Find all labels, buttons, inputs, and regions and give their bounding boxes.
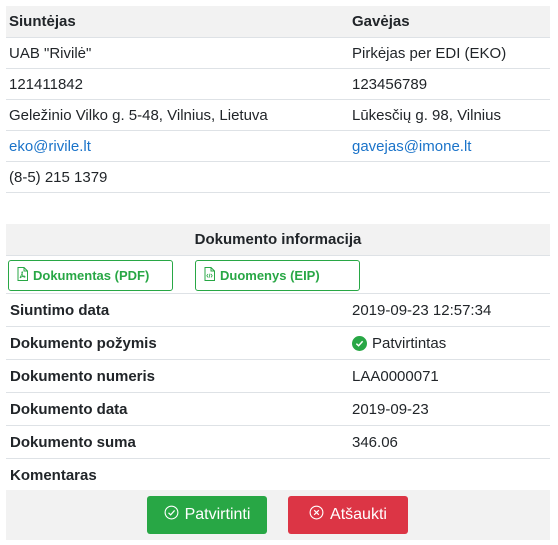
sender-phone: (8-5) 215 1379 <box>9 169 108 186</box>
confirm-button[interactable]: Patvirtinti <box>147 496 267 534</box>
sender-code: 121411842 <box>9 76 83 93</box>
info-label: Dokumento data <box>10 401 128 418</box>
check-circle-outline-icon <box>164 505 179 525</box>
download-eip-label: Duomenys (EIP) <box>220 268 320 283</box>
party-phone-row: (8-5) 215 1379 <box>6 162 550 193</box>
receiver-heading: Gavėjas <box>352 13 410 30</box>
cancel-button[interactable]: Atšaukti <box>288 496 408 534</box>
receiver-code: 123456789 <box>352 76 428 93</box>
x-circle-outline-icon <box>309 505 324 525</box>
info-label: Dokumento požymis <box>10 335 157 352</box>
info-row-comment: Komentaras <box>6 459 550 492</box>
file-pdf-icon <box>17 267 28 284</box>
document-info-title: Dokumento informacija <box>6 224 550 256</box>
cancel-label: Atšaukti <box>330 506 387 523</box>
action-bar: Patvirtinti Atšaukti <box>6 490 550 540</box>
party-code-row: 121411842 123456789 <box>6 69 550 100</box>
sender-email-link[interactable]: eko@rivile.lt <box>9 131 91 162</box>
sender-address: Geležinio Vilko g. 5-48, Vilnius, Lietuv… <box>9 107 268 124</box>
info-label: Siuntimo data <box>10 302 110 319</box>
sender-name: UAB "Rivilė" <box>9 45 92 62</box>
file-code-icon <box>204 267 215 284</box>
info-row-send-date: Siuntimo data 2019-09-23 12:57:34 <box>6 294 550 327</box>
info-value: LAA0000071 <box>352 368 439 385</box>
party-address-row: Geležinio Vilko g. 5-48, Vilnius, Lietuv… <box>6 100 550 131</box>
party-name-row: UAB "Rivilė" Pirkėjas per EDI (EKO) <box>6 38 550 69</box>
info-row-doc-number: Dokumento numeris LAA0000071 <box>6 360 550 393</box>
info-value: Patvirtintas <box>352 327 446 360</box>
download-pdf-label: Dokumentas (PDF) <box>33 268 150 283</box>
party-header-row: Siuntėjas Gavėjas <box>6 6 550 38</box>
info-row-doc-sum: Dokumento suma 346.06 <box>6 426 550 459</box>
sender-heading: Siuntėjas <box>9 13 76 30</box>
info-row-doc-date: Dokumento data 2019-09-23 <box>6 393 550 426</box>
party-table: Siuntėjas Gavėjas UAB "Rivilė" Pirkėjas … <box>6 6 550 193</box>
check-circle-icon <box>352 336 367 351</box>
info-label: Dokumento suma <box>10 434 136 451</box>
status-text: Patvirtintas <box>372 335 447 352</box>
download-pdf-button[interactable]: Dokumentas (PDF) <box>8 260 173 291</box>
info-label: Dokumento numeris <box>10 368 156 385</box>
download-eip-button[interactable]: Duomenys (EIP) <box>195 260 360 291</box>
info-value: 2019-09-23 <box>352 401 429 418</box>
document-info-table: Dokumento informacija Dokumentas (PDF) D… <box>6 224 550 492</box>
document-file-buttons: Dokumentas (PDF) Duomenys (EIP) <box>6 256 550 294</box>
receiver-email-link[interactable]: gavejas@imone.lt <box>352 131 471 162</box>
info-row-status: Dokumento požymis Patvirtintas <box>6 327 550 360</box>
info-value: 346.06 <box>352 434 398 451</box>
info-value: 2019-09-23 12:57:34 <box>352 302 492 319</box>
confirm-label: Patvirtinti <box>184 506 251 523</box>
party-email-row: eko@rivile.lt gavejas@imone.lt <box>6 131 550 162</box>
receiver-name: Pirkėjas per EDI (EKO) <box>352 45 507 62</box>
info-label: Komentaras <box>10 467 97 484</box>
receiver-address: Lūkesčių g. 98, Vilnius <box>352 107 501 124</box>
